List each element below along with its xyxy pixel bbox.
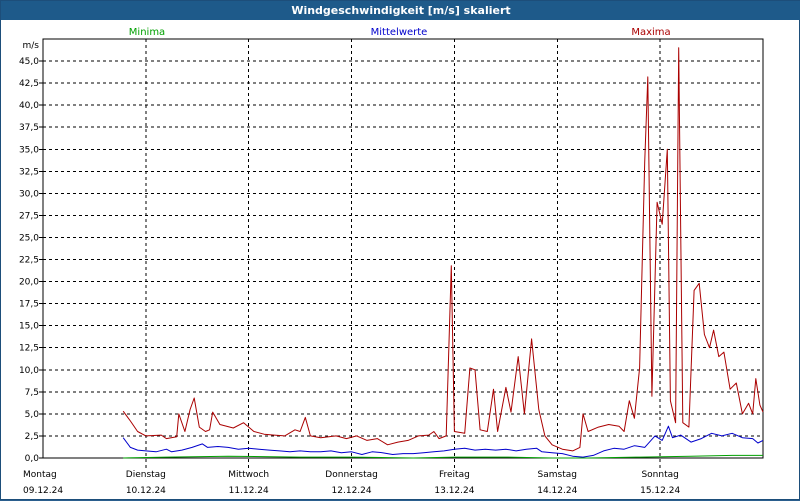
x-tick-day: Montag <box>23 470 57 480</box>
y-tick-label: 32,5 <box>19 167 39 177</box>
x-tick-date: 13.12.24 <box>434 486 474 496</box>
y-tick-label: 42,5 <box>19 79 39 89</box>
x-tick-day: Sonntag <box>641 470 678 480</box>
y-tick-label: 27,5 <box>19 211 39 221</box>
legend-item-mittelwerte: Mittelwerte <box>371 27 428 38</box>
y-tick-label: 15,0 <box>19 322 39 332</box>
legend-layer: Minima Mittelwerte Maxima <box>129 27 671 38</box>
axis-layer <box>39 38 764 459</box>
y-tick-label: 35,0 <box>19 145 39 155</box>
y-axis-label: m/s <box>23 41 40 51</box>
legend-item-maxima: Maxima <box>631 27 670 38</box>
y-tick-label: 12,5 <box>19 344 39 354</box>
x-tick-day: Samstag <box>538 470 577 480</box>
chart-window: Windgeschwindigkeit [m/s] skaliert 0,0 2,… <box>0 0 800 500</box>
y-tick-label: 45,0 <box>19 57 39 67</box>
series-layer <box>122 47 764 459</box>
plot-frame <box>42 38 764 459</box>
y-tick-label: 30,0 <box>19 189 39 199</box>
y-tick-label: 0,0 <box>25 454 40 464</box>
chart-canvas: 0,0 2,5 5,0 7,5 10,0 12,5 15,0 17,5 20,0 22,5 25,0… <box>19 27 764 496</box>
x-tick-day: Mittwoch <box>228 470 269 480</box>
y-tick-label: 37,5 <box>19 123 39 133</box>
x-tick-day: Freitag <box>439 470 470 480</box>
y-tick-label: 10,0 <box>19 366 39 376</box>
y-tick-label: 17,5 <box>19 300 39 310</box>
x-tick-day: Dienstag <box>126 470 166 480</box>
y-tick-label: 2,5 <box>25 432 39 442</box>
y-tick-label: 5,0 <box>25 410 40 420</box>
x-tick-date: 14.12.24 <box>537 486 577 496</box>
y-tick-label: 22,5 <box>19 256 39 266</box>
y-tick-label: 20,0 <box>19 278 39 288</box>
series-line-mittelwerte <box>122 425 764 458</box>
y-tick-label: 25,0 <box>19 233 39 243</box>
x-tick-date: 09.12.24 <box>23 486 63 496</box>
x-tick-date: 15.12.24 <box>640 486 680 496</box>
grid-layer <box>43 39 763 470</box>
series-line-maxima <box>122 47 764 452</box>
y-tick-label: 7,5 <box>25 388 39 398</box>
x-tick-day: Donnerstag <box>325 470 378 480</box>
x-tick-date: 12.12.24 <box>332 486 372 496</box>
y-tick-label: 40,0 <box>19 101 39 111</box>
x-tick-date: 11.12.24 <box>229 486 269 496</box>
legend-item-minima: Minima <box>129 27 165 38</box>
x-tick-date: 10.12.24 <box>126 486 166 496</box>
